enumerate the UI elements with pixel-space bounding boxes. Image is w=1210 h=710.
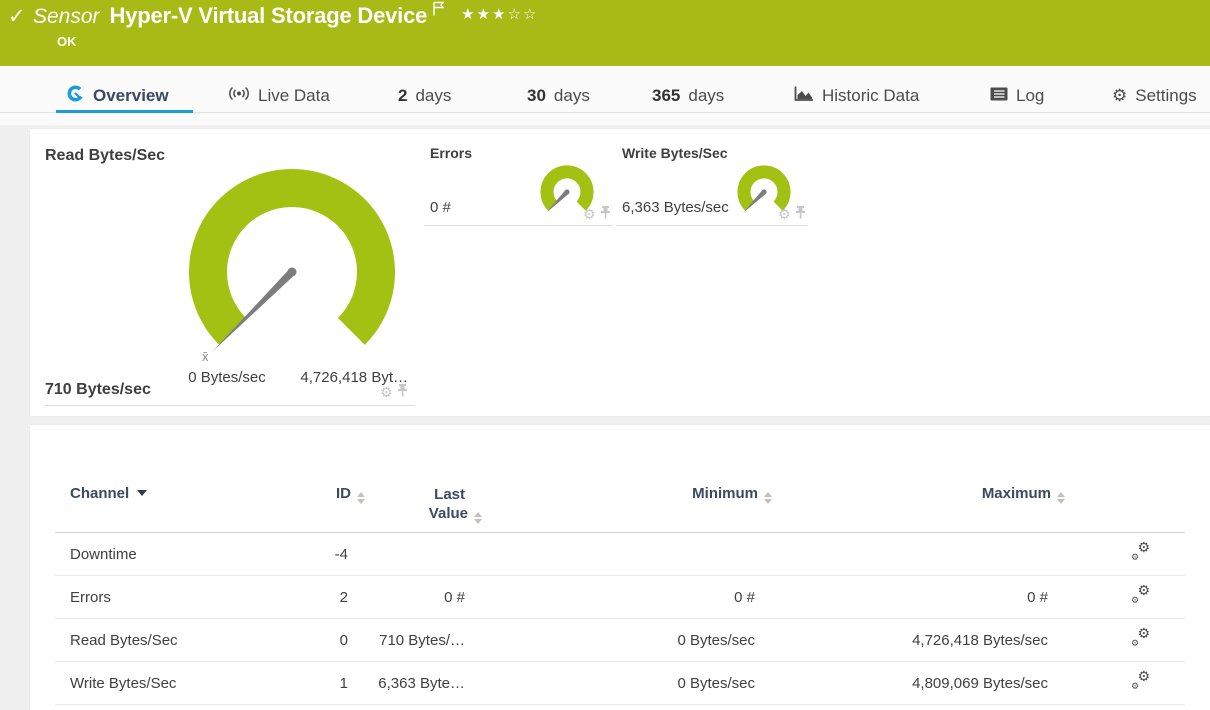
tab-30-days-number: 30	[527, 86, 546, 105]
tab-30-days-unit: days	[553, 86, 590, 105]
channels-panel: Channel ID Last Value Minimum Maximum Do…	[30, 425, 1210, 710]
column-header-id[interactable]: ID	[310, 485, 365, 504]
channel-settings-gears-icon[interactable]: ⚙ ⚙	[1131, 627, 1150, 649]
page-title: Hyper-V Virtual Storage Device	[109, 3, 428, 28]
channel-name[interactable]: Read Bytes/Sec	[55, 632, 310, 649]
channel-maximum: 4,726,418 Bytes/sec	[912, 631, 1048, 649]
tab-settings-label: Settings	[1135, 86, 1197, 105]
channels-table: Channel ID Last Value Minimum Maximum Do…	[55, 425, 1185, 705]
main-gauge-min-label: 0 Bytes/sec	[188, 369, 266, 386]
gauge-icon	[66, 84, 85, 108]
channel-settings-gears-icon[interactable]: ⚙ ⚙	[1131, 584, 1150, 606]
active-tab-underline	[56, 110, 193, 113]
tab-bar: Overview Live Data 2 days 30 days 365 da…	[0, 66, 1210, 125]
gauge-settings-gear-icon[interactable]: ⚙	[583, 208, 596, 222]
write-gauge-title: Write Bytes/Sec	[622, 145, 728, 161]
channel-maximum: 4,809,069 Bytes/sec	[912, 674, 1048, 692]
status-ok-check-icon: ✓	[8, 4, 26, 28]
tab-log-label: Log	[1016, 86, 1045, 105]
channel-minimum: 0 Bytes/sec	[677, 631, 755, 649]
flag-icon[interactable]	[432, 1, 445, 21]
channel-name[interactable]: Errors	[55, 589, 310, 606]
channel-name[interactable]: Downtime	[55, 546, 310, 563]
sensor-status-header: ✓ Sensor Hyper-V Virtual Storage Device …	[0, 0, 1210, 66]
main-gauge-actions: ⚙	[380, 384, 408, 402]
main-gauge: x̄	[189, 169, 395, 364]
errors-gauge-value: 0 #	[430, 199, 451, 216]
write-gauge-value: 6,363 Bytes/sec	[622, 199, 729, 216]
tab-overview[interactable]: Overview	[66, 84, 169, 108]
gauge-settings-gear-icon[interactable]: ⚙	[778, 208, 791, 222]
tab-2-days-unit: days	[415, 86, 452, 105]
live-signal-icon	[228, 86, 250, 106]
channel-id: 0	[339, 631, 348, 649]
sort-toggle-icon[interactable]	[474, 512, 482, 524]
channel-last-value: 710 Bytes/…	[379, 631, 465, 649]
pin-icon[interactable]	[600, 206, 611, 224]
channel-minimum: 0 Bytes/sec	[677, 674, 755, 692]
gauges-panel: Read Bytes/Sec x̄ 0 Bytes/sec 4,726,418 …	[30, 129, 1210, 416]
main-gauge-value: 710 Bytes/sec	[45, 381, 151, 398]
table-row-errors: Errors 2 0 # 0 # 0 # ⚙ ⚙	[55, 576, 1185, 619]
channel-minimum: 0 #	[734, 588, 755, 606]
gauge-settings-gear-icon[interactable]: ⚙	[380, 386, 393, 400]
tab-overview-label: Overview	[93, 86, 169, 105]
priority-stars[interactable]: ★★★☆☆	[461, 5, 538, 23]
channel-settings-gears-icon[interactable]: ⚙ ⚙	[1131, 541, 1150, 563]
tab-settings[interactable]: ⚙ Settings	[1112, 84, 1197, 108]
tab-live-data-label: Live Data	[258, 86, 330, 105]
errors-gauge-title: Errors	[430, 145, 473, 161]
write-gauge-actions: ⚙	[778, 206, 806, 224]
status-badge: OK	[57, 34, 77, 49]
sensor-title-row: Sensor Hyper-V Virtual Storage Device ★★…	[33, 1, 538, 29]
tab-historic-data-label: Historic Data	[822, 86, 920, 105]
channel-id: 1	[339, 674, 348, 692]
column-header-last-value[interactable]: Last Value	[348, 485, 482, 524]
tab-365-days-number: 365	[652, 86, 681, 105]
table-row-write-bytes: Write Bytes/Sec 1 6,363 Byte… 0 Bytes/se…	[55, 662, 1185, 705]
main-gauge-title: Read Bytes/Sec	[45, 147, 166, 164]
tab-365-days-unit: days	[688, 86, 725, 105]
tab-365-days[interactable]: 365 days	[652, 84, 724, 108]
tab-2-days-number: 2	[398, 86, 408, 105]
column-header-minimum[interactable]: Minimum	[465, 485, 772, 504]
channel-last-value: 6,363 Byte…	[378, 674, 465, 692]
channel-maximum: 0 #	[1027, 588, 1048, 606]
divider	[616, 225, 808, 226]
sort-desc-icon[interactable]	[137, 490, 148, 496]
channel-settings-gears-icon[interactable]: ⚙ ⚙	[1131, 670, 1150, 692]
channel-last-value: 0 #	[444, 588, 465, 606]
column-header-maximum[interactable]: Maximum	[755, 485, 1065, 504]
channel-id: -4	[334, 545, 348, 563]
log-list-icon	[990, 86, 1008, 106]
tab-historic-data[interactable]: Historic Data	[793, 84, 919, 108]
gear-icon: ⚙	[1112, 86, 1128, 106]
divider	[45, 405, 415, 406]
sort-toggle-icon[interactable]	[1057, 492, 1065, 504]
column-header-channel[interactable]: Channel	[55, 485, 310, 502]
tab-2-days[interactable]: 2 days	[398, 84, 451, 108]
tab-live-data[interactable]: Live Data	[228, 84, 330, 108]
errors-gauge-actions: ⚙	[583, 206, 611, 224]
table-header-row: Channel ID Last Value Minimum Maximum	[55, 425, 1185, 533]
pin-icon[interactable]	[795, 206, 806, 224]
pin-icon[interactable]	[397, 384, 408, 402]
area-chart-icon	[793, 86, 814, 107]
channel-name[interactable]: Write Bytes/Sec	[55, 675, 310, 692]
mean-marker: x̄	[202, 349, 209, 364]
table-row-downtime: Downtime -4 ⚙ ⚙	[55, 533, 1185, 576]
table-row-read-bytes: Read Bytes/Sec 0 710 Bytes/… 0 Bytes/sec…	[55, 619, 1185, 662]
tab-30-days[interactable]: 30 days	[527, 84, 590, 108]
divider	[424, 225, 612, 226]
channel-id: 2	[339, 588, 348, 606]
object-kind-label: Sensor	[33, 5, 100, 28]
tab-log[interactable]: Log	[990, 84, 1044, 108]
